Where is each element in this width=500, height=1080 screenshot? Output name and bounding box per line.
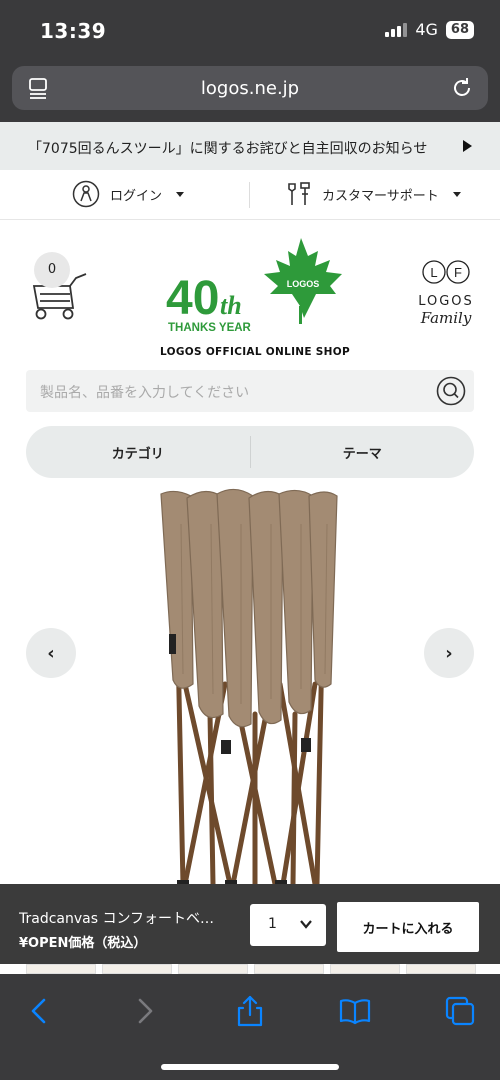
bookmarks-icon[interactable]	[338, 994, 372, 1028]
search-input[interactable]: 製品名、品番を入力してください	[26, 370, 474, 412]
user-icon	[72, 180, 100, 208]
thumbnail[interactable]	[26, 964, 96, 974]
caret-down-icon	[176, 191, 185, 197]
forward-icon[interactable]	[128, 994, 162, 1028]
search-placeholder[interactable]: 製品名、品番を入力してください	[40, 382, 249, 402]
tabs-overview-icon[interactable]	[443, 994, 477, 1028]
tools-icon	[288, 182, 310, 205]
logos-family-logo: L F	[422, 260, 470, 284]
reload-icon[interactable]	[450, 76, 474, 100]
purchase-bar: Tradcanvas コンフォートベ… ¥OPEN価格（税込） 1 カートに入れ…	[0, 884, 500, 974]
search-section: 製品名、品番を入力してください	[0, 370, 500, 424]
status-bar: 13:39 4G 68	[0, 0, 500, 60]
quantity-value[interactable]: 1	[268, 916, 277, 932]
signal-icon	[385, 22, 408, 37]
chevron-down-icon	[300, 920, 312, 929]
logo-tagline: LOGOS OFFICIAL ONLINE SHOP	[160, 346, 350, 358]
utility-bar: ログイン カスタマーサポート	[0, 170, 500, 220]
category-button[interactable]: カテゴリ	[26, 426, 250, 478]
cart-count-badge: 0	[34, 252, 70, 288]
browser-toolbar	[0, 974, 500, 1080]
back-icon[interactable]	[22, 994, 56, 1028]
thumbnail[interactable]	[406, 964, 476, 974]
search-icon[interactable]	[436, 376, 466, 406]
thumbnail[interactable]	[254, 964, 324, 974]
add-to-cart-button[interactable]: カートに入れる	[337, 902, 479, 952]
logos-family-link[interactable]: L F LOGOS Family	[414, 258, 478, 327]
thumbnail-strip[interactable]	[0, 964, 500, 974]
logo-leaf-text: LOGOS	[287, 279, 320, 289]
url-text[interactable]: logos.ne.jp	[12, 78, 488, 99]
category-theme-switch: カテゴリ テーマ	[26, 426, 474, 478]
family-logo-bottom: Family	[420, 309, 472, 327]
triangle-right-icon	[463, 140, 472, 152]
caret-down-icon	[452, 191, 461, 197]
network-type: 4G	[415, 20, 438, 39]
site-logo[interactable]: 40 th THANKS YEAR LOGOS LOGOS OFFICIAL O…	[160, 234, 350, 358]
carousel-prev-button[interactable]: ‹	[26, 628, 76, 678]
product-image-folded-bench	[160, 488, 338, 884]
share-icon[interactable]	[233, 994, 267, 1028]
support-label[interactable]: カスタマーサポート	[322, 185, 439, 204]
address-bar[interactable]: logos.ne.jp	[12, 66, 488, 110]
logo-40: 40	[166, 272, 219, 325]
logo-thanks-year: THANKS YEAR	[168, 322, 252, 334]
status-time: 13:39	[40, 19, 107, 43]
announcement-banner[interactable]: 「7075回るんスツール」に関するお詫びと自主回収のお知らせ	[0, 122, 500, 170]
announcement-text[interactable]: 「7075回るんスツール」に関するお詫びと自主回収のお知らせ	[28, 138, 427, 158]
site-header: 0 40 th THANKS YEAR LOGOS LOGOS OFFICIAL…	[0, 220, 500, 370]
carousel-next-button[interactable]: ›	[424, 628, 474, 678]
thumbnail[interactable]	[178, 964, 248, 974]
product-price: ¥OPEN価格（税込）	[19, 936, 147, 951]
product-name: Tradcanvas コンフォートベ…	[19, 911, 215, 927]
logo-th: th	[220, 291, 242, 320]
cart-button[interactable]: 0	[30, 252, 90, 322]
thumbnail[interactable]	[330, 964, 400, 974]
login-label[interactable]: ログイン	[110, 185, 162, 204]
status-indicators: 4G 68	[385, 20, 474, 39]
category-nav: カテゴリ テーマ	[0, 424, 500, 484]
thumbnail[interactable]	[102, 964, 172, 974]
quantity-select[interactable]: 1	[250, 904, 326, 946]
family-circle-l: L	[430, 265, 437, 280]
theme-button[interactable]: テーマ	[251, 426, 475, 478]
browser-address-area: logos.ne.jp	[0, 60, 500, 122]
support-menu[interactable]: カスタマーサポート	[286, 180, 461, 208]
home-indicator	[161, 1064, 339, 1070]
login-menu[interactable]: ログイン	[72, 180, 185, 208]
battery-level: 68	[445, 20, 474, 39]
product-image-carousel[interactable]: ‹ ›	[0, 484, 500, 884]
family-logo-top: LOGOS	[418, 294, 474, 309]
family-circle-f: F	[454, 265, 462, 280]
divider	[249, 182, 250, 208]
logo-40th-mark: 40 th THANKS YEAR LOGOS	[166, 238, 342, 334]
